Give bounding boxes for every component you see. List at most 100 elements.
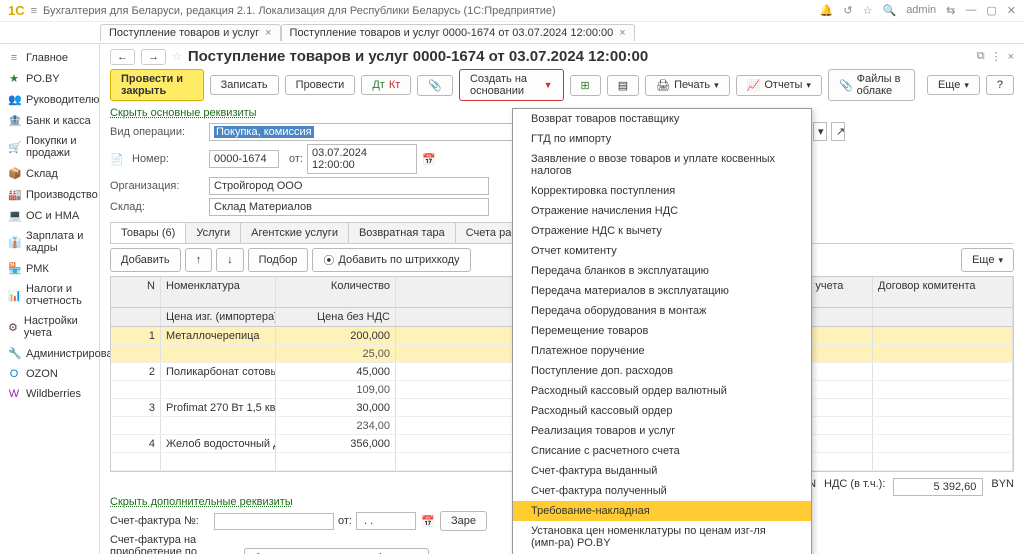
sidebar-item[interactable]: 👔Зарплата и кадры	[0, 226, 99, 258]
menu-item[interactable]: Заявление о ввозе товаров и уплате косве…	[513, 149, 811, 181]
sidebar-item[interactable]: WWildberries	[0, 384, 99, 404]
sidebar-item[interactable]: OOZON	[0, 364, 99, 384]
menu-item[interactable]: Требование-накладная	[513, 501, 811, 521]
sidebar-icon: ⚙	[8, 321, 18, 334]
up-button[interactable]: ↑	[185, 248, 213, 272]
optype-dropdown[interactable]: ▾	[813, 122, 827, 141]
sidebar-item[interactable]: 🏭Производство	[0, 184, 99, 205]
optype-open[interactable]: ↗	[831, 122, 845, 141]
close-icon[interactable]: ✕	[1007, 4, 1016, 17]
window-icon[interactable]: ▢	[986, 4, 996, 17]
menu-item[interactable]: Поступление доп. расходов	[513, 361, 811, 381]
menu-item[interactable]: Платежное поручение	[513, 341, 811, 361]
menu-item[interactable]: Счет-фактура полученный	[513, 481, 811, 501]
titlebar: 1C ≡ Бухгалтерия для Беларуси, редакция …	[0, 0, 1024, 22]
org-input[interactable]: Стройгород ООО	[209, 177, 489, 195]
nav-fwd[interactable]: →	[141, 49, 166, 65]
menu-item[interactable]: Расходный кассовый ордер валютный	[513, 381, 811, 401]
sidebar-item[interactable]: 👥Руководителю	[0, 89, 99, 110]
tab-tara[interactable]: Возвратная тара	[348, 222, 456, 243]
sidebar-item[interactable]: 🛒Покупки и продажи	[0, 131, 99, 163]
tab-services[interactable]: Услуги	[185, 222, 241, 243]
register-sf-button[interactable]: Зарегистрировать счет-фактуру	[244, 548, 429, 554]
menu-icon[interactable]: ⋮	[991, 50, 1002, 63]
star-icon[interactable]: ☆	[863, 4, 873, 17]
add-row-button[interactable]: Добавить	[110, 248, 181, 272]
sidebar-item[interactable]: 📦Склад	[0, 163, 99, 184]
tab-agent[interactable]: Агентские услуги	[240, 222, 349, 243]
pick-button[interactable]: Подбор	[248, 248, 309, 272]
register-sf-button-short[interactable]: Заре	[440, 511, 487, 531]
barcode-button[interactable]: ⦿ Добавить по штрихкоду	[312, 248, 470, 272]
record-button[interactable]: Записать	[210, 75, 279, 95]
star-icon[interactable]: ☆	[172, 50, 182, 63]
bell-icon[interactable]: 🔔	[820, 4, 834, 17]
sf-number-input[interactable]	[214, 513, 334, 530]
tab-list[interactable]: Поступление товаров и услуг ×	[100, 24, 281, 41]
menu-item[interactable]: Корректировка поступления	[513, 181, 811, 201]
reports-button[interactable]: 📈 Отчеты ▾	[736, 75, 822, 96]
date-input[interactable]: 03.07.2024 12:00:00	[307, 144, 417, 174]
dk-button[interactable]: ДтКт	[361, 75, 411, 95]
sidebar-item[interactable]: ★PO.BY	[0, 68, 99, 89]
post-button[interactable]: Провести	[285, 75, 356, 95]
create-based-on-button[interactable]: Создать на основании ▼	[459, 69, 564, 101]
menu-item[interactable]: Возврат товаров поставщику	[513, 109, 811, 129]
cloud-files-button[interactable]: 📎 Файлы в облаке	[828, 69, 915, 101]
sidebar-item[interactable]: 📊Налоги и отчетность	[0, 279, 99, 311]
sidebar-icon: 🏭	[8, 188, 20, 201]
calendar-icon[interactable]: 📅	[420, 515, 436, 528]
close-icon[interactable]: ×	[265, 27, 271, 39]
menu-item[interactable]: Отражение НДС к вычету	[513, 221, 811, 241]
tab-current-doc[interactable]: Поступление товаров и услуг 0000-1674 от…	[281, 24, 635, 41]
search-icon[interactable]: 🔍	[882, 4, 896, 17]
menu-item[interactable]: ГТД по импорту	[513, 129, 811, 149]
menu-item[interactable]: Реализация товаров и услуг	[513, 421, 811, 441]
print-button[interactable]: 🖨 Печать ▾	[645, 75, 730, 96]
settings-icon[interactable]: ⇆	[946, 4, 955, 17]
sf-date-input[interactable]: . .	[356, 512, 416, 530]
burger-icon[interactable]: ≡	[31, 5, 37, 17]
sidebar-label: Главное	[26, 52, 68, 64]
menu-item[interactable]: Списание с расчетного счета	[513, 441, 811, 461]
excel-button[interactable]: ⊞	[570, 75, 601, 96]
sidebar-item[interactable]: 🏪РМК	[0, 258, 99, 279]
sidebar-item[interactable]: ⚙Настройки учета	[0, 311, 99, 343]
hide-main-fields-link[interactable]: Скрыть основные реквизиты	[110, 107, 257, 119]
more-button[interactable]: Еще ▾	[927, 75, 980, 95]
history-icon[interactable]: ↺	[843, 4, 852, 17]
user-label[interactable]: admin	[906, 4, 936, 17]
sidebar-icon: 📦	[8, 167, 20, 180]
menu-item[interactable]: Расходный кассовый ордер	[513, 401, 811, 421]
sklad-input[interactable]: Склад Материалов	[209, 198, 489, 216]
menu-item[interactable]: Передача оборудования в монтаж	[513, 301, 811, 321]
help-button[interactable]: ?	[986, 75, 1014, 95]
nav-back[interactable]: ←	[110, 49, 135, 65]
menu-item[interactable]: Отражение начисления НДС	[513, 201, 811, 221]
menu-item[interactable]: Отчет комитенту	[513, 241, 811, 261]
number-input[interactable]: 0000-1674	[209, 150, 279, 168]
close-page-icon[interactable]: ×	[1008, 51, 1014, 63]
menu-item[interactable]: Счет-фактура выданный	[513, 461, 811, 481]
detach-icon[interactable]: ⧉	[977, 50, 985, 63]
menu-item[interactable]: Передача материалов в эксплуатацию	[513, 281, 811, 301]
sidebar-item[interactable]: 🏦Банк и касса	[0, 110, 99, 131]
sidebar-item[interactable]: 💻ОС и НМА	[0, 205, 99, 226]
down-button[interactable]: ↓	[216, 248, 244, 272]
sidebar-item[interactable]: ≡Главное	[0, 48, 99, 68]
sidebar-item[interactable]: 🔧Администрирование	[0, 343, 99, 364]
close-icon[interactable]: ×	[619, 27, 625, 39]
hide-extra-link[interactable]: Скрыть дополнительные реквизиты	[110, 496, 293, 508]
optype-label: Вид операции:	[110, 126, 205, 138]
attach-button[interactable]: 📎	[417, 75, 453, 96]
minimize-icon[interactable]: ―	[965, 4, 976, 17]
submit-button[interactable]: Провести и закрыть	[110, 69, 204, 101]
sidebar-icon: 👔	[8, 236, 20, 249]
ext-button[interactable]: ▤	[607, 75, 639, 96]
menu-item[interactable]: Перемещение товаров	[513, 321, 811, 341]
calendar-icon[interactable]: 📅	[421, 153, 437, 166]
menu-item[interactable]: Установка цен номенклатуры по ценам изг-…	[513, 521, 811, 553]
grid-more-button[interactable]: Еще ▾	[961, 248, 1014, 272]
menu-item[interactable]: Передача бланков в эксплуатацию	[513, 261, 811, 281]
tab-goods[interactable]: Товары (6)	[110, 222, 186, 243]
